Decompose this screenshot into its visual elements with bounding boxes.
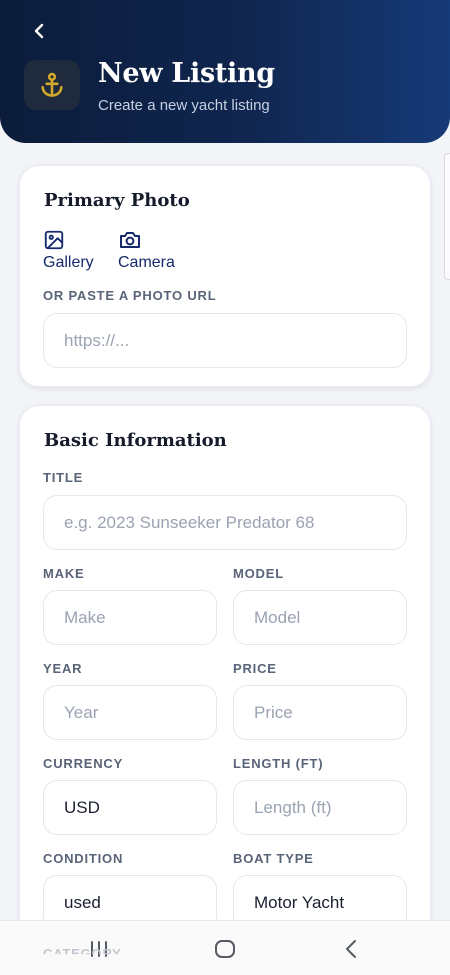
currency-input[interactable]	[43, 780, 217, 835]
price-input[interactable]	[233, 685, 407, 740]
home-button[interactable]	[205, 935, 245, 963]
page-subtitle: Create a new yacht listing	[98, 97, 270, 114]
currency-label: CURRENCY	[43, 756, 124, 771]
price-label: PRICE	[233, 661, 277, 676]
camera-icon	[120, 232, 140, 248]
boat-type-label: BOAT TYPE	[233, 851, 314, 866]
app-logo	[24, 60, 80, 110]
image-icon	[44, 230, 64, 250]
length-label: LENGTH (FT)	[233, 756, 324, 771]
title-label: TITLE	[43, 470, 84, 485]
gallery-button[interactable]: Gallery	[43, 229, 94, 272]
primary-photo-title: Primary Photo	[44, 190, 190, 211]
system-back-icon	[346, 940, 356, 958]
photo-url-input[interactable]	[43, 313, 407, 368]
photo-url-label: OR PASTE A PHOTO URL	[43, 288, 217, 303]
condition-label: CONDITION	[43, 851, 124, 866]
page-title: New Listing	[98, 58, 275, 89]
camera-label: Camera	[118, 254, 175, 271]
make-input[interactable]	[43, 590, 217, 645]
home-icon	[215, 940, 235, 958]
system-back-button[interactable]	[331, 935, 371, 963]
model-label: MODEL	[233, 566, 284, 581]
year-label: YEAR	[43, 661, 83, 676]
anchor-icon	[41, 72, 63, 97]
model-input[interactable]	[233, 590, 407, 645]
back-button[interactable]	[22, 14, 56, 48]
year-input[interactable]	[43, 685, 217, 740]
length-input[interactable]	[233, 780, 407, 835]
chevron-left-icon	[34, 23, 44, 39]
make-label: MAKE	[43, 566, 85, 581]
title-input[interactable]	[43, 495, 407, 550]
basic-information-title: Basic Information	[44, 430, 227, 451]
camera-button[interactable]: Camera	[118, 229, 175, 272]
header: New Listing Create a new yacht listing	[0, 0, 450, 143]
gallery-label: Gallery	[43, 254, 94, 271]
scrollbar[interactable]	[444, 153, 450, 280]
